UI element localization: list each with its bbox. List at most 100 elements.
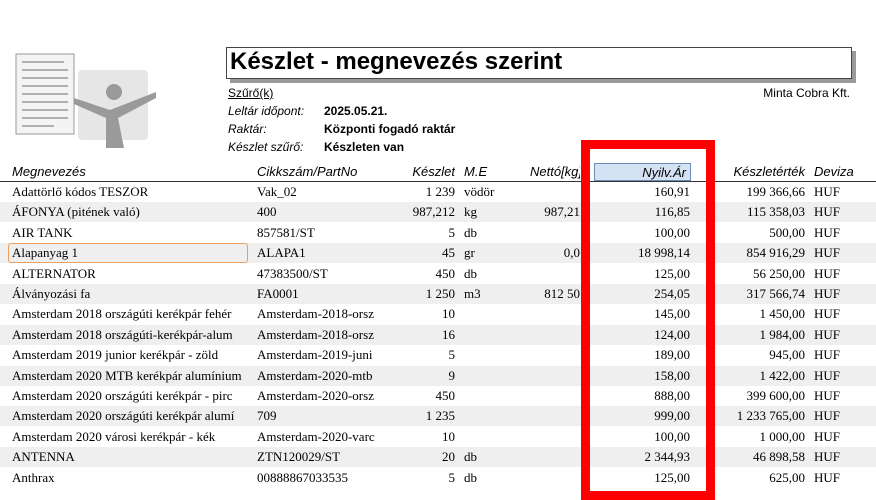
cell-stock[interactable]: 16 [384, 325, 455, 345]
cell-currency[interactable]: HUF [814, 182, 864, 202]
cell-unit[interactable] [464, 366, 514, 386]
cell-value[interactable]: 115 358,03 [700, 202, 805, 222]
cell-name[interactable]: Amsterdam 2020 MTB kerékpár alumínium [12, 366, 252, 386]
cell-value[interactable]: 1 450,00 [700, 304, 806, 324]
cell-sku[interactable]: 47383500/ST [257, 264, 380, 284]
cell-name[interactable]: ÁFONYA (pitének való) [12, 202, 252, 222]
cell-sku[interactable]: Amsterdam-2020-orsz [257, 386, 380, 406]
cell-sku[interactable]: Amsterdam-2019-juni [257, 345, 380, 365]
cell-currency[interactable]: HUF [814, 468, 864, 488]
cell-sku[interactable]: Amsterdam-2020-mtb [257, 366, 380, 386]
cell-name[interactable]: Amsterdam 2019 junior kerékpár - zöld [12, 345, 252, 365]
cell-net[interactable] [514, 386, 580, 406]
cell-net[interactable] [514, 366, 580, 386]
cell-price[interactable]: 100,00 [594, 223, 690, 243]
cell-name[interactable]: ANTENNA [12, 447, 252, 467]
cell-currency[interactable]: HUF [814, 386, 864, 406]
column-header-stock[interactable]: Készlet [400, 163, 455, 181]
cell-name[interactable]: Amsterdam 2018 országúti-kerékpár-alum [12, 325, 252, 345]
table-row[interactable]: AIR TANK 857581/ST 5 db 100,00 500,00 HUF [0, 223, 876, 243]
cell-unit[interactable]: db [464, 468, 514, 488]
cell-stock[interactable]: 450 [384, 264, 456, 284]
cell-name[interactable]: Anthrax [12, 468, 252, 488]
table-row[interactable]: Amsterdam 2020 MTB kerékpár alumínium Ams… [0, 365, 876, 386]
cell-net[interactable] [514, 325, 580, 345]
cell-name[interactable]: Adattörlő kódos TESZOR [12, 182, 252, 202]
cell-currency[interactable]: HUF [814, 284, 864, 304]
cell-net[interactable]: 0,0 [514, 243, 580, 263]
cell-name[interactable]: AIR TANK [12, 223, 252, 243]
cell-sku[interactable]: Amsterdam-2018-orsz [257, 304, 380, 324]
cell-value[interactable]: 317 566,74 [700, 284, 806, 304]
cell-price[interactable]: 100,00 [594, 427, 690, 447]
cell-net[interactable]: 987,21 [514, 202, 580, 222]
cell-value[interactable]: 500,00 [700, 223, 805, 243]
cell-stock[interactable]: 987,212 [384, 202, 455, 222]
cell-price[interactable]: 888,00 [594, 386, 690, 406]
column-header-name[interactable]: Megnevezés [12, 163, 252, 181]
table-row[interactable]: Adattörlő kódos TESZOR Vak_02 1 239 vödör 16… [0, 182, 876, 202]
cell-value[interactable]: 1 000,00 [700, 427, 806, 447]
table-row[interactable]: Amsterdam 2018 országúti-kerékpár-alum Am… [0, 324, 876, 345]
cell-net[interactable] [514, 447, 580, 467]
cell-sku[interactable]: Vak_02 [257, 182, 380, 202]
table-row[interactable]: Anthrax 00888867033535 5 db 125,00 625,00 HUF [0, 468, 876, 488]
cell-unit[interactable] [464, 386, 514, 406]
cell-net[interactable] [514, 427, 580, 447]
table-row[interactable]: ALTERNATOR 47383500/ST 450 db 125,00 56 250,0… [0, 264, 876, 284]
cell-sku[interactable]: Amsterdam-2018-orsz [257, 325, 380, 345]
column-header-sku[interactable]: Cikkszám/PartNo [257, 163, 397, 181]
cell-currency[interactable]: HUF [814, 264, 864, 284]
cell-price[interactable]: 125,00 [594, 264, 690, 284]
cell-net[interactable] [514, 223, 580, 243]
cell-currency[interactable]: HUF [814, 427, 864, 447]
cell-sku[interactable]: 00888867033535 [257, 468, 380, 488]
table-row[interactable]: Amsterdam 2020 városi kerékpár - kék Amst… [0, 427, 876, 447]
cell-stock[interactable]: 10 [384, 427, 455, 447]
cell-stock[interactable]: 5 [384, 223, 456, 243]
cell-currency[interactable]: HUF [814, 223, 864, 243]
cell-stock[interactable]: 5 [384, 345, 456, 365]
cell-value[interactable]: 46 898,58 [700, 447, 805, 467]
cell-sku[interactable]: FA0001 [257, 284, 380, 304]
cell-name[interactable]: Amsterdam 2020 országúti kerékpár - pirc [12, 386, 252, 406]
cell-currency[interactable]: HUF [814, 345, 864, 365]
cell-sku[interactable]: Amsterdam-2020-varc [257, 427, 380, 447]
cell-name[interactable]: Amsterdam 2020 városi kerékpár - kék [12, 427, 252, 447]
cell-value[interactable]: 1 422,00 [700, 366, 806, 386]
cell-sku[interactable]: ZTN120029/ST [257, 447, 380, 467]
column-header-unit[interactable]: M.E [464, 163, 504, 181]
cell-currency[interactable]: HUF [814, 325, 864, 345]
cell-value[interactable]: 625,00 [700, 468, 805, 488]
cell-price[interactable]: 116,85 [594, 202, 690, 222]
cell-currency[interactable]: HUF [814, 406, 864, 426]
cell-price[interactable]: 124,00 [594, 325, 690, 345]
cell-value[interactable]: 945,00 [700, 345, 805, 365]
cell-currency[interactable]: HUF [814, 304, 864, 324]
table-row[interactable]: Amsterdam 2018 országúti kerékpár fehér A… [0, 304, 876, 324]
column-header-net-weight[interactable]: Nettó[kg] [530, 163, 580, 181]
cell-unit[interactable] [464, 406, 514, 426]
cell-price[interactable]: 18 998,14 [594, 243, 690, 263]
cell-currency[interactable]: HUF [814, 243, 864, 263]
cell-stock[interactable]: 1 235 [384, 406, 455, 426]
cell-price[interactable]: 160,91 [594, 182, 690, 202]
cell-unit[interactable]: m3 [464, 284, 514, 304]
cell-currency[interactable]: HUF [814, 202, 864, 222]
cell-unit[interactable]: kg [464, 202, 514, 222]
cell-unit[interactable]: gr [464, 243, 514, 263]
cell-sku[interactable]: 857581/ST [257, 223, 380, 243]
filter-link[interactable]: Szűrő(k) [228, 86, 273, 100]
cell-net[interactable] [514, 264, 580, 284]
table-row[interactable]: ANTENNA ZTN120029/ST 20 db 2 344,93 46 898,58… [0, 447, 876, 468]
cell-stock[interactable]: 1 239 [384, 182, 455, 202]
cell-stock[interactable]: 9 [384, 366, 456, 386]
cell-unit[interactable]: db [464, 264, 514, 284]
column-header-stock-value[interactable]: Készletérték [700, 163, 805, 181]
cell-stock[interactable]: 5 [384, 468, 456, 488]
table-row[interactable]: Álványozási fa FA0001 1 250 m3 812 50 254,05 3… [0, 284, 876, 304]
table-row[interactable]: Amsterdam 2020 országúti kerékpár alumí 7… [0, 406, 876, 427]
cell-price[interactable]: 189,00 [594, 345, 690, 365]
cell-value[interactable]: 854 916,29 [700, 243, 806, 263]
table-row[interactable]: Amsterdam 2020 országúti kerékpár - pirc… [0, 386, 876, 406]
